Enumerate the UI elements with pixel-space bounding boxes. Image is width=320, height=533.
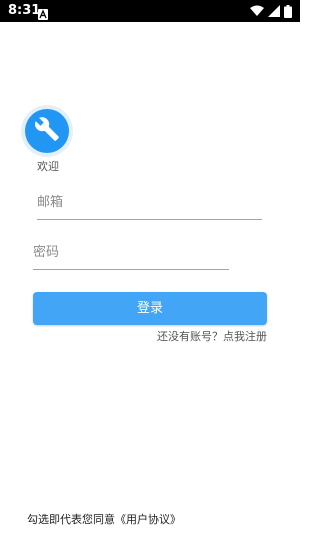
email-field-wrapper (37, 190, 262, 220)
login-button[interactable]: 登录 (33, 292, 267, 325)
wifi-icon (250, 5, 264, 17)
password-underline (33, 269, 229, 270)
notification-a-icon (38, 5, 48, 20)
password-field[interactable] (33, 240, 229, 264)
logo-circle (25, 109, 69, 153)
register-link[interactable]: 还没有账号？点我注册 (157, 330, 267, 344)
app-logo (21, 105, 73, 157)
user-agreement-text[interactable]: 勾选即代表您同意《用户协议》 (27, 513, 181, 527)
password-field-wrapper (33, 240, 229, 270)
status-icons (250, 4, 292, 18)
wrench-icon (34, 116, 60, 146)
battery-icon (284, 4, 292, 18)
signal-icon (268, 5, 280, 17)
status-bar: 8:31 (0, 0, 300, 22)
status-time: 8:31 (8, 3, 41, 18)
email-underline (37, 219, 262, 220)
welcome-text: 欢迎 (37, 160, 59, 173)
email-field[interactable] (37, 190, 262, 214)
login-screen: 8:31 欢迎 邮箱 登录 还没有账号？点我注册 勾选即代表您同意《用户协议》 (0, 0, 300, 533)
